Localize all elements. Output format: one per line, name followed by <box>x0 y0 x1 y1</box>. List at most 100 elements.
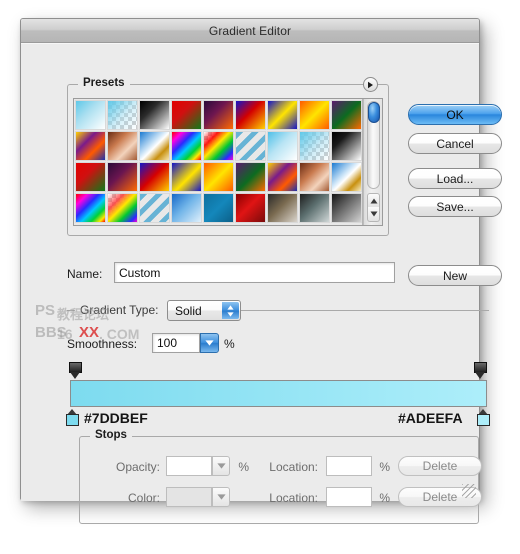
presets-panel <box>73 98 383 226</box>
ok-button[interactable]: OK <box>408 104 502 125</box>
preset-swatch[interactable] <box>235 131 266 161</box>
preset-swatch-gradient <box>140 132 169 160</box>
preset-swatch-gradient <box>172 132 201 160</box>
scroll-thumb[interactable] <box>368 102 381 123</box>
preset-swatch[interactable] <box>267 100 298 130</box>
stops-label: Stops <box>90 429 132 441</box>
preset-swatch[interactable] <box>139 162 170 192</box>
preset-swatch[interactable] <box>139 100 170 130</box>
preset-swatch[interactable] <box>331 162 362 192</box>
preset-swatch[interactable] <box>203 131 234 161</box>
preset-swatch-gradient <box>204 132 233 160</box>
preset-swatch-gradient <box>332 132 361 160</box>
preset-swatch-gradient <box>300 101 329 129</box>
preset-swatch[interactable] <box>203 162 234 192</box>
stops-group: Stops Opacity: % Location: % Delete Colo… <box>79 429 482 524</box>
window-titlebar[interactable]: Gradient Editor <box>21 19 479 43</box>
opacity-stop-left[interactable] <box>69 362 82 379</box>
opacity-dropdown-arrow-icon[interactable] <box>212 456 230 476</box>
opacity-unit: % <box>238 460 249 474</box>
window-title: Gradient Editor <box>208 23 292 38</box>
preset-swatch-gradient <box>204 163 233 191</box>
color-stop-right[interactable] <box>477 409 490 426</box>
new-button[interactable]: New <box>408 265 502 286</box>
preset-swatch[interactable] <box>139 193 170 223</box>
color-dropdown-arrow-icon[interactable] <box>212 487 230 507</box>
presets-swatch-area[interactable] <box>74 99 364 225</box>
preset-swatch[interactable] <box>235 193 266 223</box>
preset-swatch[interactable] <box>235 100 266 130</box>
smoothness-unit: % <box>224 337 235 351</box>
scroll-up-arrow-icon[interactable] <box>367 193 381 208</box>
gradient-preview-bar[interactable] <box>70 380 487 407</box>
load-button[interactable]: Load... <box>408 168 502 189</box>
preset-swatch[interactable] <box>75 193 106 223</box>
preset-swatch[interactable] <box>171 131 202 161</box>
name-label: Name: <box>67 267 103 281</box>
presets-group: Presets <box>67 77 389 236</box>
preset-swatch-gradient <box>236 101 265 129</box>
preset-swatch[interactable] <box>107 162 138 192</box>
preset-swatch[interactable] <box>107 100 138 130</box>
name-input[interactable]: Custom <box>114 262 395 283</box>
gradient-type-select[interactable]: Solid <box>167 300 241 321</box>
preset-swatch[interactable] <box>299 131 330 161</box>
presets-scrollbar[interactable] <box>363 99 382 225</box>
preset-swatch[interactable] <box>139 131 170 161</box>
preset-swatch-gradient <box>332 163 361 191</box>
preset-swatch[interactable] <box>331 131 362 161</box>
preset-swatch[interactable] <box>299 162 330 192</box>
gradient-type-rule-left <box>67 310 75 311</box>
preset-swatch[interactable] <box>107 193 138 223</box>
preset-swatch-gradient <box>268 101 297 129</box>
preset-swatch[interactable] <box>171 100 202 130</box>
preset-swatch[interactable] <box>267 131 298 161</box>
preset-swatch[interactable] <box>267 193 298 223</box>
preset-swatch[interactable] <box>299 100 330 130</box>
location-color-label: Location: <box>269 491 318 505</box>
preset-swatch-gradient <box>268 194 297 222</box>
preset-swatch-gradient <box>236 132 265 160</box>
gradient-type-label: Gradient Type: <box>77 303 162 317</box>
preset-swatch[interactable] <box>299 193 330 223</box>
preset-swatch[interactable] <box>235 162 266 192</box>
stepper-arrows-icon[interactable] <box>222 302 239 319</box>
preset-swatch-gradient <box>300 132 329 160</box>
preset-swatch-gradient <box>268 163 297 191</box>
delete-opacity-stop-button[interactable]: Delete <box>398 456 482 476</box>
opacity-stop-pointer-icon <box>475 372 485 379</box>
location-color-input[interactable] <box>326 487 372 507</box>
preset-swatch[interactable] <box>75 131 106 161</box>
opacity-input[interactable] <box>166 456 212 476</box>
location-opacity-label: Location: <box>269 460 318 474</box>
preset-swatch-gradient <box>108 101 137 129</box>
save-button[interactable]: Save... <box>408 196 502 217</box>
preset-swatch[interactable] <box>267 162 298 192</box>
resize-grip[interactable] <box>462 484 476 498</box>
scroll-down-arrow-icon[interactable] <box>367 207 381 222</box>
location-opacity-input[interactable] <box>326 456 372 476</box>
preset-swatch[interactable] <box>203 100 234 130</box>
gradient-type-rule-right <box>241 310 489 311</box>
preset-swatch[interactable] <box>331 100 362 130</box>
smoothness-dropdown-arrow-icon[interactable] <box>200 333 219 353</box>
preset-swatch[interactable] <box>107 131 138 161</box>
preset-swatch-gradient <box>300 163 329 191</box>
preset-swatch-gradient <box>268 132 297 160</box>
color-stop-left[interactable] <box>66 409 79 426</box>
preset-swatch-gradient <box>236 163 265 191</box>
smoothness-input[interactable]: 100 <box>152 333 200 353</box>
preset-swatch[interactable] <box>331 193 362 223</box>
opacity-stop-right[interactable] <box>474 362 487 379</box>
gradient-editor-window: Gradient Editor Presets OK Cancel Load..… <box>20 18 502 524</box>
cancel-button[interactable]: Cancel <box>408 133 502 154</box>
start-color-hex-label: #7DDBEF <box>84 410 148 426</box>
preset-swatch[interactable] <box>75 100 106 130</box>
preset-swatch[interactable] <box>171 162 202 192</box>
disclosure-triangle-icon[interactable] <box>363 77 378 92</box>
opacity-stop-pointer-icon <box>70 372 80 379</box>
color-stop-swatch-field[interactable] <box>166 487 212 507</box>
preset-swatch[interactable] <box>75 162 106 192</box>
preset-swatch[interactable] <box>171 193 202 223</box>
preset-swatch[interactable] <box>203 193 234 223</box>
